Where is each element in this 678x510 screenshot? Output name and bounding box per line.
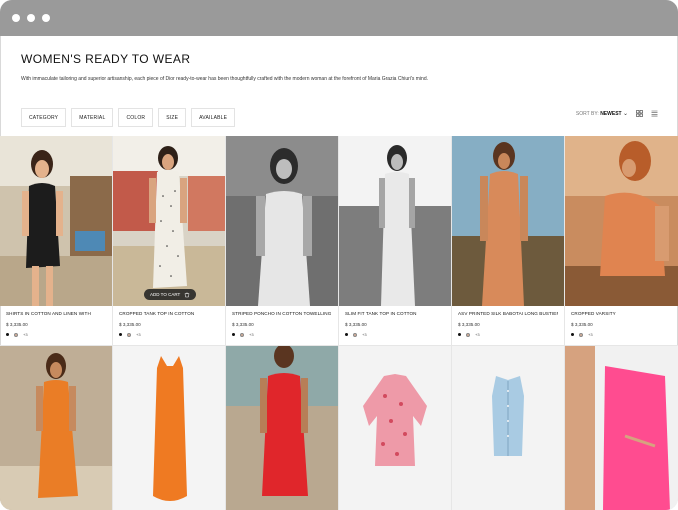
more-colors-count[interactable]: +3: [362, 332, 367, 337]
window-close-control[interactable]: [12, 14, 20, 22]
more-colors-count[interactable]: +3: [475, 332, 480, 337]
product-info: CROPPED VARSITY $ 3,335.00 +3: [565, 306, 678, 346]
product-image[interactable]: [565, 346, 678, 510]
product-image[interactable]: [0, 346, 112, 510]
product-card[interactable]: [452, 346, 565, 510]
add-to-cart-button[interactable]: ADD TO CART: [144, 289, 197, 300]
product-image[interactable]: [452, 136, 564, 306]
product-grid-row-2: [0, 346, 678, 510]
more-colors-count[interactable]: +3: [249, 332, 254, 337]
product-image[interactable]: [565, 136, 678, 306]
filter-color[interactable]: COLOR: [118, 108, 154, 127]
product-card[interactable]: SHIRTS IN COTTON AND LINEN WITH $ 3,335.…: [0, 136, 113, 346]
window-maximize-control[interactable]: [42, 14, 50, 22]
product-name[interactable]: CROPPED TANK TOP IN COTTON: [119, 311, 219, 316]
filter-category[interactable]: CATEGORY: [21, 108, 67, 127]
color-swatches: +3: [6, 332, 106, 337]
product-card[interactable]: STRIPED PONCHO IN COTTON TOWELLING $ 3,3…: [226, 136, 339, 346]
more-colors-count[interactable]: +3: [23, 332, 28, 337]
chevron-down-icon: ⌄: [622, 111, 628, 117]
color-swatches: +3: [232, 332, 332, 337]
swatch-black[interactable]: [232, 333, 235, 336]
more-colors-count[interactable]: +3: [136, 332, 141, 337]
swatch-black[interactable]: [119, 333, 122, 336]
product-name[interactable]: SHIRTS IN COTTON AND LINEN WITH: [6, 311, 106, 316]
product-card[interactable]: [565, 346, 678, 510]
page-title: WOMEN'S READY TO WEAR: [21, 52, 191, 66]
list-view-icon[interactable]: [651, 110, 658, 117]
product-card[interactable]: SLIM FIT TANK TOP IN COTTON $ 3,335.00 +…: [339, 136, 452, 346]
product-card[interactable]: ADD TO CART CROPPED TANK TOP IN COTTON $…: [113, 136, 226, 346]
product-price: $ 3,335.00: [6, 322, 28, 327]
filter-bar: CATEGORY MATERIAL COLOR SIZE AVAILABLE: [21, 108, 236, 127]
filter-size[interactable]: SIZE: [158, 108, 187, 127]
sort-bar: SORT BY: NEWEST ⌄: [576, 110, 658, 117]
product-image[interactable]: [339, 136, 451, 306]
swatch-black[interactable]: [345, 333, 348, 336]
swatch-black[interactable]: [571, 333, 574, 336]
product-info: SHIRTS IN COTTON AND LINEN WITH $ 3,335.…: [0, 306, 112, 346]
color-swatches: +3: [571, 332, 672, 337]
product-name[interactable]: CROPPED VARSITY: [571, 311, 672, 316]
product-card[interactable]: ASV PRINTED SILK BABOTAI LONG BUSTIER $ …: [452, 136, 565, 346]
product-info: CROPPED TANK TOP IN COTTON $ 3,335.00 +3: [113, 306, 225, 346]
sort-value: NEWEST: [600, 111, 622, 117]
sort-label: SORT BY:: [575, 111, 599, 117]
product-image[interactable]: [113, 346, 225, 510]
swatch-beige[interactable]: [353, 332, 357, 337]
filter-material[interactable]: MATERIAL: [71, 108, 114, 127]
page-description: With immaculate tailoring and superior a…: [21, 76, 428, 82]
product-price: $ 3,335.00: [458, 322, 480, 327]
product-image[interactable]: [0, 136, 112, 306]
more-colors-count[interactable]: +3: [588, 332, 593, 337]
sort-dropdown[interactable]: SORT BY: NEWEST ⌄: [576, 110, 628, 117]
add-to-cart-label: ADD TO CART: [150, 292, 181, 297]
product-info: SLIM FIT TANK TOP IN COTTON $ 3,335.00 +…: [339, 306, 451, 346]
product-price: $ 3,335.00: [571, 322, 593, 327]
product-name[interactable]: ASV PRINTED SILK BABOTAI LONG BUSTIER: [458, 311, 558, 316]
swatch-beige[interactable]: [14, 332, 18, 337]
product-image[interactable]: [339, 346, 451, 510]
swatch-beige[interactable]: [127, 332, 131, 337]
page-header: WOMEN'S READY TO WEAR With immaculate ta…: [0, 36, 678, 82]
product-image[interactable]: [226, 346, 338, 510]
product-grid-row-1: SHIRTS IN COTTON AND LINEN WITH $ 3,335.…: [0, 136, 678, 346]
swatch-beige[interactable]: [466, 332, 470, 337]
browser-window: WOMEN'S READY TO WEAR With immaculate ta…: [0, 0, 678, 510]
swatch-black[interactable]: [458, 333, 461, 336]
product-card[interactable]: [113, 346, 226, 510]
product-info: ASV PRINTED SILK BABOTAI LONG BUSTIER $ …: [452, 306, 564, 346]
product-name[interactable]: SLIM FIT TANK TOP IN COTTON: [345, 311, 445, 316]
product-price: $ 3,335.00: [232, 322, 254, 327]
swatch-black[interactable]: [6, 333, 9, 336]
product-price: $ 3,335.00: [345, 322, 367, 327]
color-swatches: +3: [119, 332, 219, 337]
swatch-beige[interactable]: [240, 332, 244, 337]
product-card[interactable]: [226, 346, 339, 510]
filter-available[interactable]: AVAILABLE: [191, 108, 236, 127]
product-image[interactable]: [452, 346, 564, 510]
cart-icon: [184, 292, 190, 297]
window-titlebar: [0, 0, 678, 36]
swatch-beige[interactable]: [579, 332, 583, 337]
product-image[interactable]: ADD TO CART: [113, 136, 225, 306]
product-card[interactable]: [0, 346, 113, 510]
product-card[interactable]: [339, 346, 452, 510]
product-info: STRIPED PONCHO IN COTTON TOWELLING $ 3,3…: [226, 306, 338, 346]
product-name[interactable]: STRIPED PONCHO IN COTTON TOWELLING: [232, 311, 332, 316]
product-price: $ 3,335.00: [119, 322, 141, 327]
color-swatches: +3: [345, 332, 445, 337]
grid-view-icon[interactable]: [636, 110, 643, 117]
product-image[interactable]: [226, 136, 338, 306]
window-minimize-control[interactable]: [27, 14, 35, 22]
color-swatches: +3: [458, 332, 558, 337]
product-card[interactable]: CROPPED VARSITY $ 3,335.00 +3: [565, 136, 678, 346]
